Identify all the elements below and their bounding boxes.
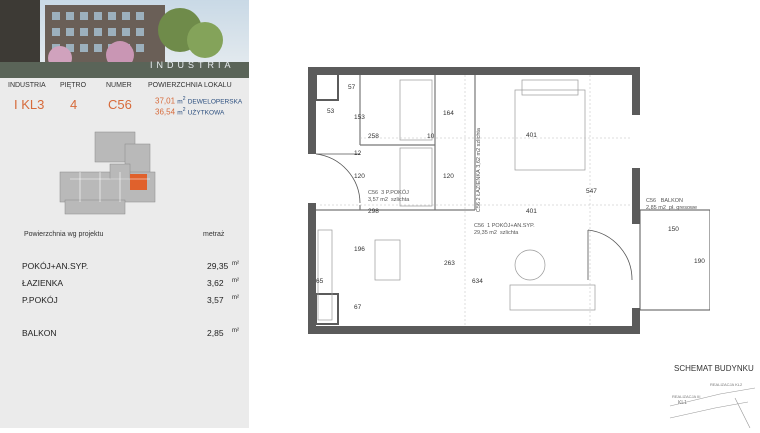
room-value: 3,57	[207, 295, 224, 305]
building-schema: REALIZACJA KL2 REALIZACJA III KL1	[660, 376, 760, 429]
tag-code: C56	[476, 202, 482, 213]
rooms-title: Powierzchnia wg projektu	[24, 231, 104, 238]
schema-label: KL1	[678, 400, 687, 406]
room-tag-lazienka: C56 2 ŁAZIENKA 3,62 m2 szlichta	[476, 128, 483, 212]
tag-code: C56	[474, 223, 485, 229]
area-uzytkowa: 36,54 m2 UŻYTKOWA	[155, 107, 225, 117]
area-uzytkowa-value: 36,54	[155, 107, 176, 117]
tag-name: BALKON	[660, 198, 684, 204]
tag-code: C56	[646, 198, 657, 204]
tag-name: 3 P.POKÓJ	[381, 190, 409, 196]
area-deweloperska-value: 37,01	[155, 96, 176, 106]
label-numer: NUMER	[106, 82, 132, 89]
label-industria: INDUSTRIA	[8, 82, 46, 89]
room-name: P.POKÓJ	[22, 295, 58, 305]
dim-label: 634	[472, 278, 483, 285]
dim-label: 120	[354, 173, 365, 180]
room-tag-ppokoj: C56 3 P.POKÓJ 3,57 m2 szlichta	[368, 190, 409, 203]
room-tag-balkon: C56 BALKON 2,85 m2 pł. gresowe	[646, 198, 697, 211]
tag-name: 2 ŁAZIENKA	[476, 169, 482, 201]
room-name: ŁAZIENKA	[22, 278, 64, 288]
value-numer: C56	[108, 97, 132, 112]
room-unit: m²	[232, 295, 239, 301]
schema-label: REALIZACJA KL2	[710, 382, 743, 387]
tag-area: 29,35 m2	[474, 229, 497, 236]
room-value: 2,85	[207, 328, 224, 338]
dim-label: 120	[443, 173, 454, 180]
dim-label: 263	[444, 260, 455, 267]
dim-label: 401	[526, 208, 537, 215]
value-industria: I KL3	[14, 97, 45, 112]
tag-floor: szlichta	[390, 196, 410, 203]
room-value: 3,62	[207, 278, 224, 288]
building-photo: INDUSTRIA	[0, 0, 249, 78]
dim-label: 258	[368, 133, 379, 140]
dim-label: 196	[354, 246, 365, 253]
room-name: POKÓJ+AN.SYP.	[22, 261, 89, 271]
room-name: BALKON	[22, 328, 57, 338]
tag-name: 1 POKÓJ+AN.SYP.	[487, 223, 535, 229]
room-unit: m²	[232, 278, 239, 284]
tag-area: 2,85 m2	[646, 204, 666, 211]
unit-highlight	[130, 174, 147, 190]
rooms-unit-title: metraż	[203, 231, 225, 238]
tag-code: C56	[368, 190, 379, 196]
label-pietro: PIĘTRO	[60, 82, 87, 89]
room-value: 29,35	[207, 261, 229, 271]
dim-label: 53	[327, 108, 335, 115]
dim-label: 10	[427, 133, 435, 140]
brand-watermark: INDUSTRIA	[150, 60, 235, 70]
tag-area: 3,62 m2	[476, 147, 482, 168]
floor-plan: 57 53 153 258 10 164 401 120 120 547 298…	[290, 60, 711, 340]
value-pietro: 4	[70, 97, 78, 112]
dim-label: 164	[443, 110, 454, 117]
area-deweloperska: 37,01 m2 DEWELOPERSKA	[155, 96, 243, 106]
info-panel: INDUSTRIA INDUSTRIA PIĘTRO NUMER POWIERZ…	[0, 0, 249, 428]
floor-key-plan	[0, 124, 249, 224]
dim-label: 190	[694, 258, 705, 265]
dim-label: 401	[526, 132, 537, 139]
dim-label: 67	[354, 304, 362, 311]
dim-label: 547	[586, 188, 597, 195]
schema-label: REALIZACJA III	[672, 394, 701, 399]
schema-title: SCHEMAT BUDYNKU	[674, 364, 754, 373]
dim-label: 12	[354, 150, 362, 157]
dim-label: 57	[348, 84, 356, 91]
area-uzytkowa-label: UŻYTKOWA	[187, 109, 225, 117]
room-unit: m²	[232, 261, 239, 267]
tag-floor: pł. gresowe	[668, 204, 698, 211]
tag-floor: szlichta	[500, 229, 519, 236]
dim-label: 65	[316, 278, 324, 285]
tag-floor: szlichta	[476, 128, 482, 147]
dim-label: 298	[368, 208, 379, 215]
tag-area: 3,57 m2	[368, 196, 388, 203]
dim-label: 150	[668, 226, 679, 233]
room-tag-pokoj: C56 1 POKÓJ+AN.SYP. 29,35 m2 szlichta	[474, 223, 535, 236]
dim-label: 153	[354, 114, 365, 121]
area-deweloperska-label: DEWELOPERSKA	[187, 98, 243, 106]
room-unit: m²	[232, 328, 239, 334]
label-powierzchnia: POWIERZCHNIA LOKALU	[148, 82, 232, 89]
